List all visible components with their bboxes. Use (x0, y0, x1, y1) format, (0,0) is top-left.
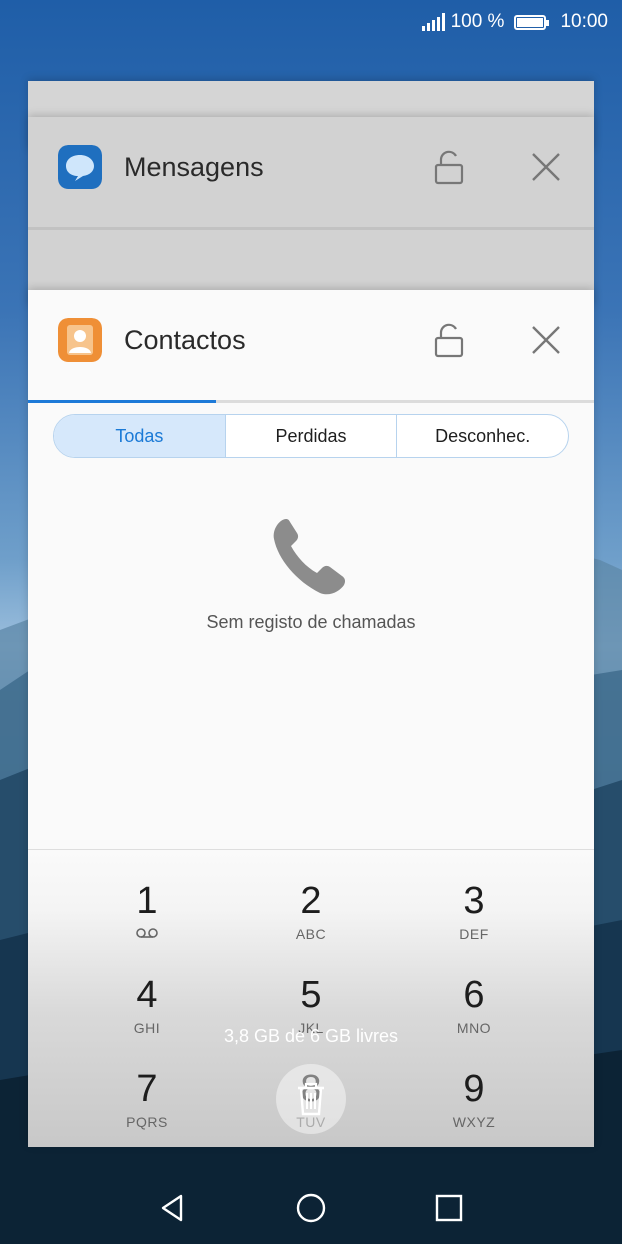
status-bar: 100 % 10:00 (0, 0, 622, 44)
key-letters: ABC (295, 926, 327, 942)
key-letters: PQRS (126, 1114, 168, 1130)
call-filter-tabs: Todas Perdidas Desconhec. (53, 414, 569, 458)
memory-info: 3,8 GB de 6 GB livres (223, 1026, 399, 1046)
key-letters: WXYZ (452, 1114, 496, 1130)
key-digit: 9 (463, 1068, 485, 1110)
close-icon[interactable] (530, 324, 562, 356)
tab-perdidas[interactable]: Perdidas (224, 415, 397, 457)
tab-todas[interactable]: Todas (54, 415, 225, 457)
recents-square-icon[interactable] (432, 1191, 466, 1225)
card-header: Mensagens (28, 117, 594, 217)
key-digit: 4 (136, 974, 158, 1016)
clear-all-button[interactable] (276, 1064, 346, 1134)
contacts-app-icon (58, 318, 102, 362)
back-triangle-icon[interactable] (155, 1191, 189, 1225)
navigation-bar (0, 1178, 622, 1244)
key-letters: DEF (459, 926, 489, 942)
recent-app-card-contacts[interactable]: Contactos Todas Perdidas Desconhec. Sem … (28, 290, 594, 1147)
close-icon[interactable] (530, 151, 562, 183)
card-divider (28, 227, 594, 230)
key-digit: 5 (300, 974, 322, 1016)
key-9[interactable]: 9 WXYZ (404, 1068, 544, 1130)
key-digit: 2 (300, 880, 322, 922)
key-1[interactable]: 1 (77, 880, 217, 944)
key-digit: 7 (136, 1068, 158, 1110)
key-digit: 3 (463, 880, 485, 922)
key-3[interactable]: 3 DEF (404, 880, 544, 942)
app-title: Contactos (124, 324, 246, 355)
key-7[interactable]: 7 PQRS (77, 1068, 217, 1130)
messages-app-icon (58, 145, 102, 189)
clock: 10:00 (560, 11, 608, 32)
trash-icon (298, 1082, 324, 1116)
tab-indicator-active (28, 400, 216, 403)
battery-percentage: 100 % (450, 11, 505, 32)
unlock-icon[interactable] (434, 322, 464, 358)
card-header: Contactos (28, 290, 594, 390)
empty-call-log-message: Sem registo de chamadas (206, 612, 416, 632)
tab-indicator (28, 400, 594, 403)
phone-icon (273, 519, 346, 595)
app-title: Mensagens (124, 151, 264, 182)
home-circle-icon[interactable] (294, 1191, 328, 1225)
key-2[interactable]: 2 ABC (241, 880, 381, 942)
signal-icon (421, 13, 445, 31)
unlock-icon[interactable] (434, 149, 464, 185)
voicemail-icon (136, 928, 158, 938)
tab-desconhecidas[interactable]: Desconhec. (396, 415, 568, 457)
recent-app-card-messages[interactable]: Mensagens (28, 117, 594, 307)
battery-icon (514, 14, 550, 30)
key-digit: 1 (136, 880, 158, 922)
key-digit: 6 (463, 974, 485, 1016)
